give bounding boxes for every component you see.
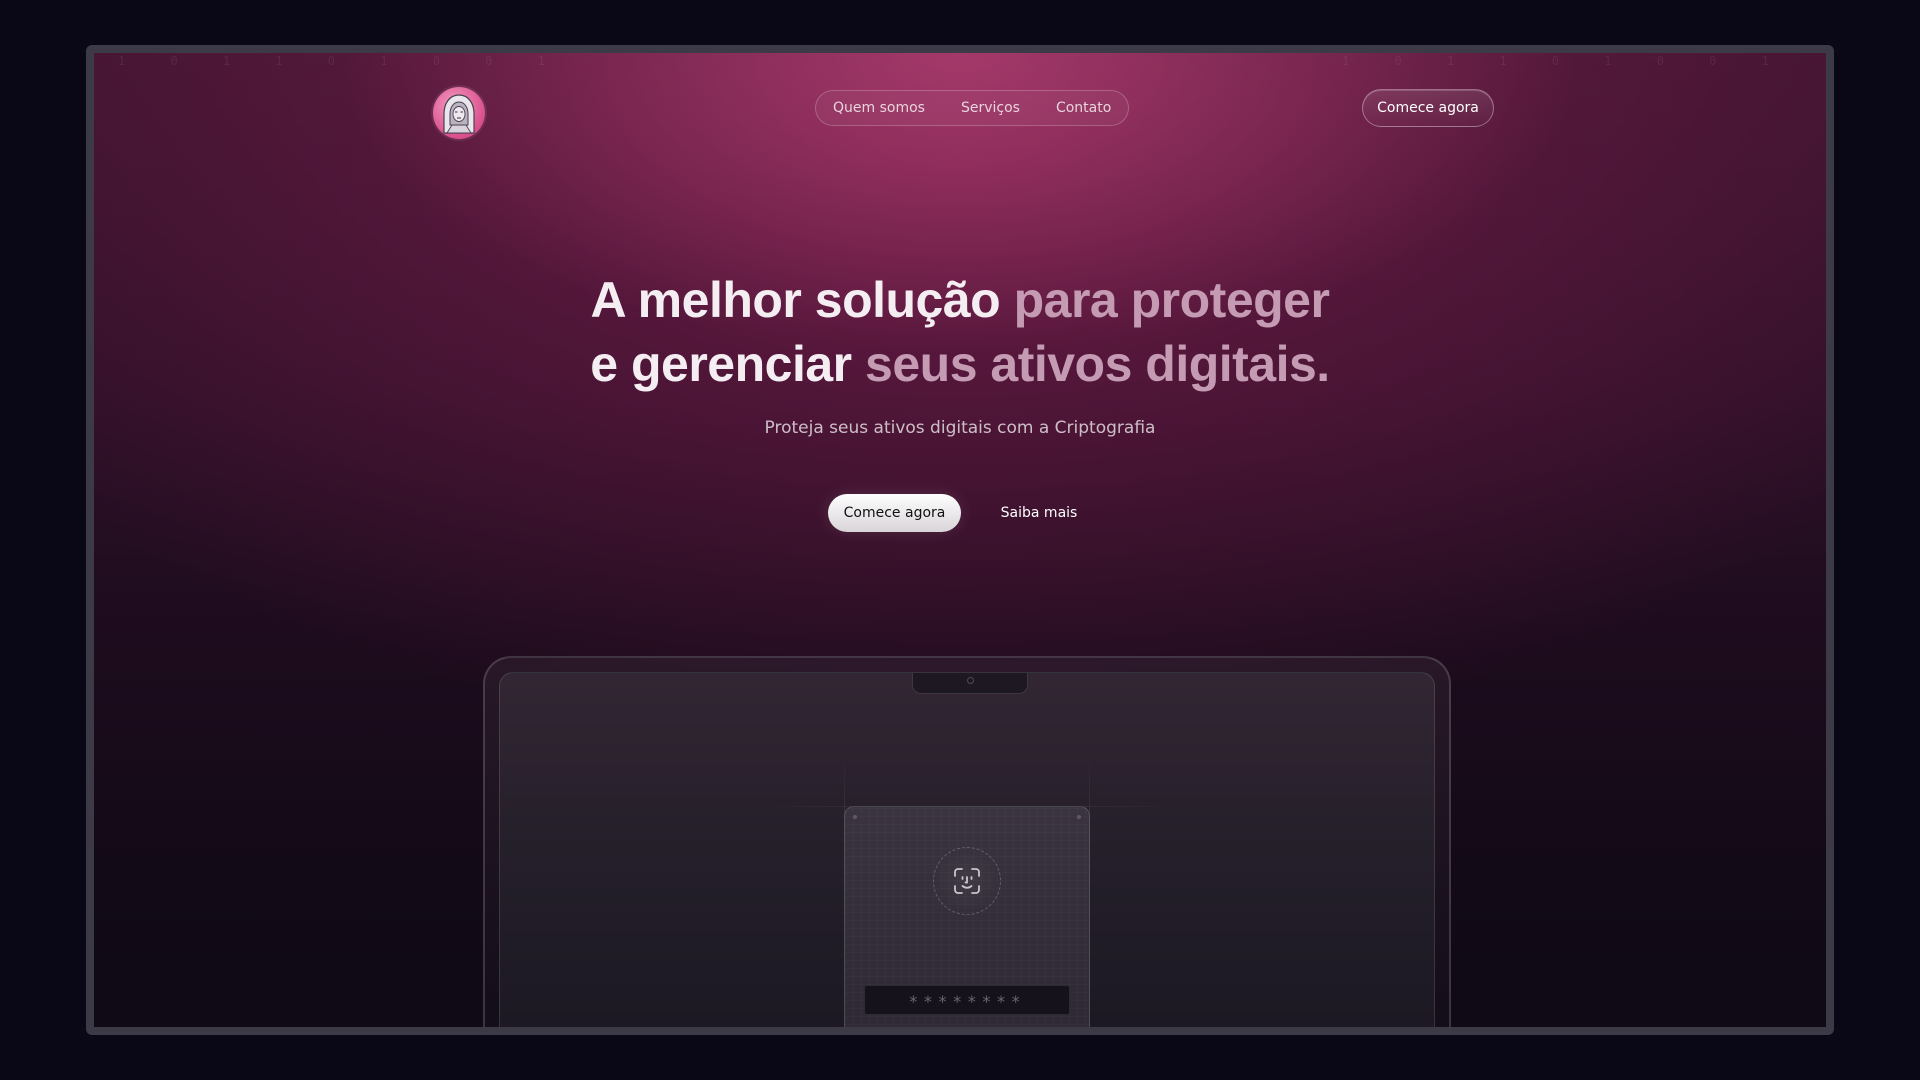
nav-item-quem-somos[interactable]: Quem somos — [833, 100, 925, 116]
browser-frame: 1 0 1 1 0 1 0 0 1 1 0 1 0 1 1 0 0 1 0 1 … — [86, 45, 1834, 1035]
main-nav: Quem somos Serviços Contato — [815, 90, 1130, 126]
laptop-screen: ******** — [499, 672, 1435, 1027]
card-corner-dot — [1077, 815, 1081, 819]
header-cta-button[interactable]: Comece agora — [1362, 89, 1494, 127]
laptop-illustration: ******** — [483, 656, 1451, 1027]
hero-start-button[interactable]: Comece agora — [828, 494, 961, 532]
card-corner-dot — [853, 815, 857, 819]
password-field[interactable]: ******** — [864, 985, 1070, 1015]
nav-item-servicos[interactable]: Serviços — [961, 100, 1020, 116]
headline-line2-bright: e gerenciar — [590, 336, 852, 392]
headline-line1-dim: para proteger — [1013, 272, 1330, 328]
camera-icon — [967, 677, 974, 684]
hero-subtitle: Proteja seus ativos digitais com a Cript… — [764, 418, 1156, 438]
login-card: ******** — [844, 806, 1090, 1027]
face-id-button[interactable] — [933, 847, 1001, 915]
hooded-figure-icon — [443, 94, 475, 134]
headline-line1-bright: A melhor solução — [590, 272, 1001, 328]
face-id-icon — [954, 868, 980, 894]
hero-learn-more-link[interactable]: Saiba mais — [994, 494, 1084, 532]
hero-headline: A melhor solução para proteger e gerenci… — [94, 268, 1826, 396]
laptop-notch — [912, 673, 1028, 694]
logo-avatar[interactable] — [433, 87, 485, 139]
nav-item-contato[interactable]: Contato — [1056, 100, 1111, 116]
headline-line2-dim: seus ativos digitais. — [865, 336, 1330, 392]
